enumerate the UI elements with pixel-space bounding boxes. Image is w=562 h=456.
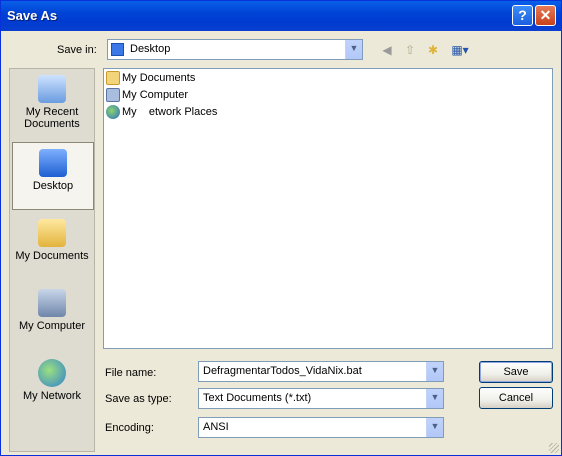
desktop-icon — [111, 43, 124, 56]
dialog-title: Save As — [7, 8, 58, 23]
save-as-type-value: Text Documents (*.txt) — [203, 392, 312, 404]
resize-grip[interactable] — [549, 443, 559, 453]
encoding-label: Encoding: — [105, 422, 154, 434]
file-list[interactable]: My Documents My Computer My etwork Place… — [103, 68, 553, 349]
up-folder-icon[interactable]: ⇧ — [401, 41, 419, 59]
file-name-input[interactable]: DefragmentarTodos_VidaNix.bat ▼ — [198, 361, 444, 382]
place-label: Desktop — [32, 180, 74, 192]
list-item[interactable]: My Computer — [106, 88, 188, 104]
new-folder-icon[interactable]: ✱ — [424, 41, 442, 59]
back-icon[interactable]: ◀ — [378, 41, 396, 59]
place-my-computer[interactable]: My Computer — [12, 289, 92, 349]
close-button[interactable]: ✕ — [535, 5, 556, 26]
save-in-label: Save in: — [57, 44, 97, 56]
recent-documents-icon — [38, 75, 66, 103]
place-label: My Recent Documents — [24, 106, 80, 130]
place-my-recent-documents[interactable]: My Recent Documents — [12, 75, 92, 139]
my-documents-icon — [38, 219, 66, 247]
file-name-value: DefragmentarTodos_VidaNix.bat — [203, 365, 362, 377]
place-label: My Computer — [18, 320, 86, 332]
place-my-documents[interactable]: My Documents — [12, 219, 92, 279]
desktop-icon — [39, 149, 67, 177]
chevron-down-icon[interactable]: ▼ — [426, 418, 443, 437]
place-my-network[interactable]: My Network — [12, 359, 92, 419]
places-bar: My Recent Documents Desktop My Documents… — [9, 68, 95, 452]
help-button[interactable]: ? — [512, 5, 533, 26]
network-places-icon — [106, 105, 120, 119]
chevron-down-icon[interactable]: ▼ — [426, 362, 443, 381]
save-in-dropdown[interactable]: Desktop ▼ — [107, 39, 363, 60]
list-item[interactable]: My Documents — [106, 71, 195, 87]
place-label: My Network — [22, 390, 82, 402]
my-network-icon — [38, 359, 66, 387]
save-as-type-label: Save as type: — [105, 393, 172, 405]
chevron-down-icon[interactable]: ▼ — [345, 40, 362, 59]
save-as-dialog: Save As ? ✕ Save in: Desktop ▼ ◀ ⇧ ✱ ▦▾ … — [0, 0, 562, 456]
save-in-value: Desktop — [130, 43, 171, 55]
cancel-button[interactable]: Cancel — [479, 387, 553, 409]
list-item[interactable]: My etwork Places — [106, 105, 217, 121]
views-menu-icon[interactable]: ▦▾ — [447, 41, 473, 59]
place-desktop[interactable]: Desktop — [12, 142, 94, 210]
encoding-dropdown[interactable]: ANSI ▼ — [198, 417, 444, 438]
place-label: My Documents — [15, 250, 89, 262]
file-name-label: File name: — [105, 367, 157, 379]
computer-icon — [106, 88, 120, 102]
chevron-down-icon[interactable]: ▼ — [426, 389, 443, 408]
my-computer-icon — [38, 289, 66, 317]
folder-documents-icon — [106, 71, 120, 85]
encoding-value: ANSI — [203, 421, 229, 433]
save-as-type-dropdown[interactable]: Text Documents (*.txt) ▼ — [198, 388, 444, 409]
title-bar[interactable]: Save As ? ✕ — [1, 1, 561, 31]
save-button[interactable]: Save — [479, 361, 553, 383]
